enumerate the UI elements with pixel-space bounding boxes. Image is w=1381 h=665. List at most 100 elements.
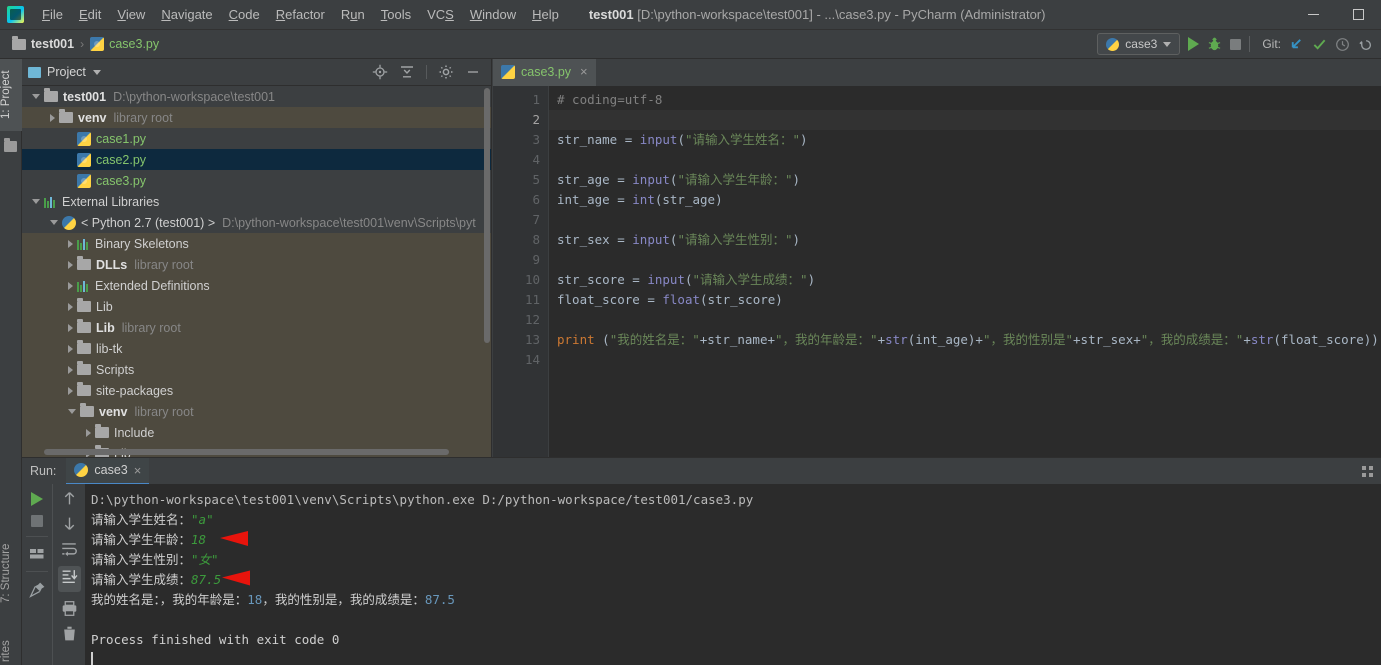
- code-line[interactable]: [549, 310, 1381, 330]
- code-line[interactable]: [549, 110, 1381, 130]
- chevron-down-icon[interactable]: [32, 94, 40, 99]
- tree-node-venv[interactable]: venv library root: [22, 107, 491, 128]
- menu-item-run[interactable]: Run: [333, 4, 373, 25]
- tree-node-extended-definitions[interactable]: Extended Definitions: [22, 275, 491, 296]
- tree-node-test001[interactable]: test001 D:\python-workspace\test001: [22, 86, 491, 107]
- code-line[interactable]: str_sex = input("请输入学生性别："): [549, 230, 1381, 250]
- chevron-right-icon[interactable]: [68, 239, 73, 248]
- pin-icon[interactable]: [28, 581, 46, 598]
- menu-item-vcs[interactable]: VCS: [419, 4, 462, 25]
- code-line[interactable]: print ("我的姓名是："+str_name+"，我的年龄是："+str(i…: [549, 330, 1381, 350]
- tool-button-project[interactable]: 1: Project: [0, 59, 22, 131]
- chevron-right-icon[interactable]: [68, 323, 73, 332]
- code-line[interactable]: [549, 350, 1381, 370]
- chevron-right-icon[interactable]: [68, 344, 73, 353]
- code-line[interactable]: [549, 210, 1381, 230]
- tree-node-include[interactable]: Include: [22, 422, 491, 443]
- menu-item-navigate[interactable]: Navigate: [153, 4, 220, 25]
- breadcrumb-test001[interactable]: test001: [8, 35, 78, 53]
- tool-button-favorites[interactable]: rites: [0, 631, 22, 665]
- revert-icon[interactable]: [1358, 37, 1373, 52]
- folder-icon[interactable]: [4, 138, 17, 152]
- tree-node-label: External Libraries: [62, 194, 160, 209]
- code-line[interactable]: # coding=utf-8: [549, 90, 1381, 110]
- tree-node-case3-py[interactable]: case3.py: [22, 170, 491, 191]
- code-editor[interactable]: 1 2 3 4 5 6 7 8 9 10 11 12 13 14 # coding=utf-8 str_na…: [493, 86, 1381, 457]
- run-configuration-selector[interactable]: case3: [1097, 33, 1181, 55]
- close-icon[interactable]: ×: [580, 64, 588, 79]
- settings-gear-icon[interactable]: [438, 64, 454, 80]
- update-project-icon[interactable]: [1289, 37, 1304, 52]
- chevron-down-icon[interactable]: [50, 220, 58, 225]
- soft-wrap-icon[interactable]: [60, 540, 78, 558]
- code-line[interactable]: str_age = input("请输入学生年龄："): [549, 170, 1381, 190]
- source-code[interactable]: # coding=utf-8 str_name = input("请输入学生姓名：…: [549, 86, 1381, 457]
- code-line[interactable]: str_name = input("请输入学生姓名："): [549, 130, 1381, 150]
- tree-node-venv[interactable]: venv library root: [22, 401, 491, 422]
- rerun-icon[interactable]: [31, 492, 43, 506]
- code-line[interactable]: [549, 250, 1381, 270]
- layout-icon[interactable]: [29, 546, 45, 562]
- trash-icon[interactable]: [61, 625, 78, 642]
- tree-node-binary-skeletons[interactable]: Binary Skeletons: [22, 233, 491, 254]
- menu-item-file[interactable]: File: [34, 4, 71, 25]
- maximize-button[interactable]: [1336, 0, 1381, 30]
- editor-tab-case3[interactable]: case3.py ×: [493, 59, 596, 86]
- stop-icon[interactable]: [1230, 38, 1242, 50]
- print-icon[interactable]: [61, 600, 78, 617]
- close-icon[interactable]: ×: [134, 463, 142, 478]
- code-line[interactable]: [549, 150, 1381, 170]
- menu-item-refactor[interactable]: Refactor: [268, 4, 333, 25]
- chevron-right-icon[interactable]: [68, 365, 73, 374]
- chevron-right-icon[interactable]: [68, 260, 73, 269]
- menu-item-window[interactable]: Window: [462, 4, 524, 25]
- project-tree-horizontal-scrollbar[interactable]: [44, 449, 449, 455]
- commit-checkmark-icon[interactable]: [1312, 37, 1327, 52]
- chevron-right-icon[interactable]: [68, 281, 73, 290]
- project-tree[interactable]: test001 D:\python-workspace\test001 venv li…: [22, 86, 491, 457]
- menu-item-view[interactable]: View: [109, 4, 153, 25]
- tree-node-site-packages[interactable]: site-packages: [22, 380, 491, 401]
- chevron-down-icon[interactable]: [32, 199, 40, 204]
- code-line[interactable]: float_score = float(str_score): [549, 290, 1381, 310]
- locate-icon[interactable]: [372, 64, 388, 80]
- code-line[interactable]: int_age = int(str_age): [549, 190, 1381, 210]
- minimize-button[interactable]: [1291, 0, 1336, 30]
- chevron-down-icon[interactable]: [92, 69, 101, 75]
- tree-node-python-2-7-test001[interactable]: < Python 2.7 (test001) > D:\python-worksp…: [22, 212, 491, 233]
- menu-item-tools[interactable]: Tools: [373, 4, 419, 25]
- up-arrow-icon[interactable]: [61, 490, 78, 507]
- tree-node-external-libraries[interactable]: External Libraries: [22, 191, 491, 212]
- run-tab-case3[interactable]: case3 ×: [66, 457, 150, 485]
- project-tree-vertical-scrollbar[interactable]: [484, 88, 490, 343]
- scroll-to-end-button[interactable]: [57, 566, 81, 592]
- tree-node-scripts[interactable]: Scripts: [22, 359, 491, 380]
- menu-item-help[interactable]: Help: [524, 4, 567, 25]
- layout-icon[interactable]: [1362, 465, 1373, 477]
- tool-button-structure[interactable]: 7: Structure: [0, 529, 22, 617]
- chevron-down-icon[interactable]: [68, 409, 76, 414]
- tree-node-dlls[interactable]: DLLs library root: [22, 254, 491, 275]
- hide-panel-icon[interactable]: [465, 64, 481, 80]
- collapse-all-icon[interactable]: [399, 64, 415, 80]
- debug-icon[interactable]: [1207, 37, 1222, 52]
- down-arrow-icon[interactable]: [61, 515, 78, 532]
- stop-icon[interactable]: [31, 515, 43, 527]
- breadcrumb-case3[interactable]: case3.py: [86, 35, 163, 53]
- tree-node-case1-py[interactable]: case1.py: [22, 128, 491, 149]
- code-line[interactable]: str_score = input("请输入学生成绩："): [549, 270, 1381, 290]
- tree-node-lib-tk[interactable]: lib-tk: [22, 338, 491, 359]
- history-clock-icon[interactable]: [1335, 37, 1350, 52]
- chevron-right-icon[interactable]: [50, 113, 55, 122]
- chevron-right-icon[interactable]: [86, 428, 91, 437]
- menu-item-code[interactable]: Code: [221, 4, 268, 25]
- folder-icon: [77, 256, 91, 270]
- tree-node-case2-py[interactable]: case2.py: [22, 149, 491, 170]
- chevron-right-icon[interactable]: [68, 386, 73, 395]
- console-output[interactable]: D:\python-workspace\test001\venv\Scripts…: [85, 484, 1381, 665]
- chevron-right-icon[interactable]: [68, 302, 73, 311]
- menu-item-edit[interactable]: Edit: [71, 4, 109, 25]
- tree-node-lib[interactable]: Lib library root: [22, 317, 491, 338]
- run-icon[interactable]: [1188, 37, 1200, 51]
- tree-node-lib[interactable]: Lib: [22, 296, 491, 317]
